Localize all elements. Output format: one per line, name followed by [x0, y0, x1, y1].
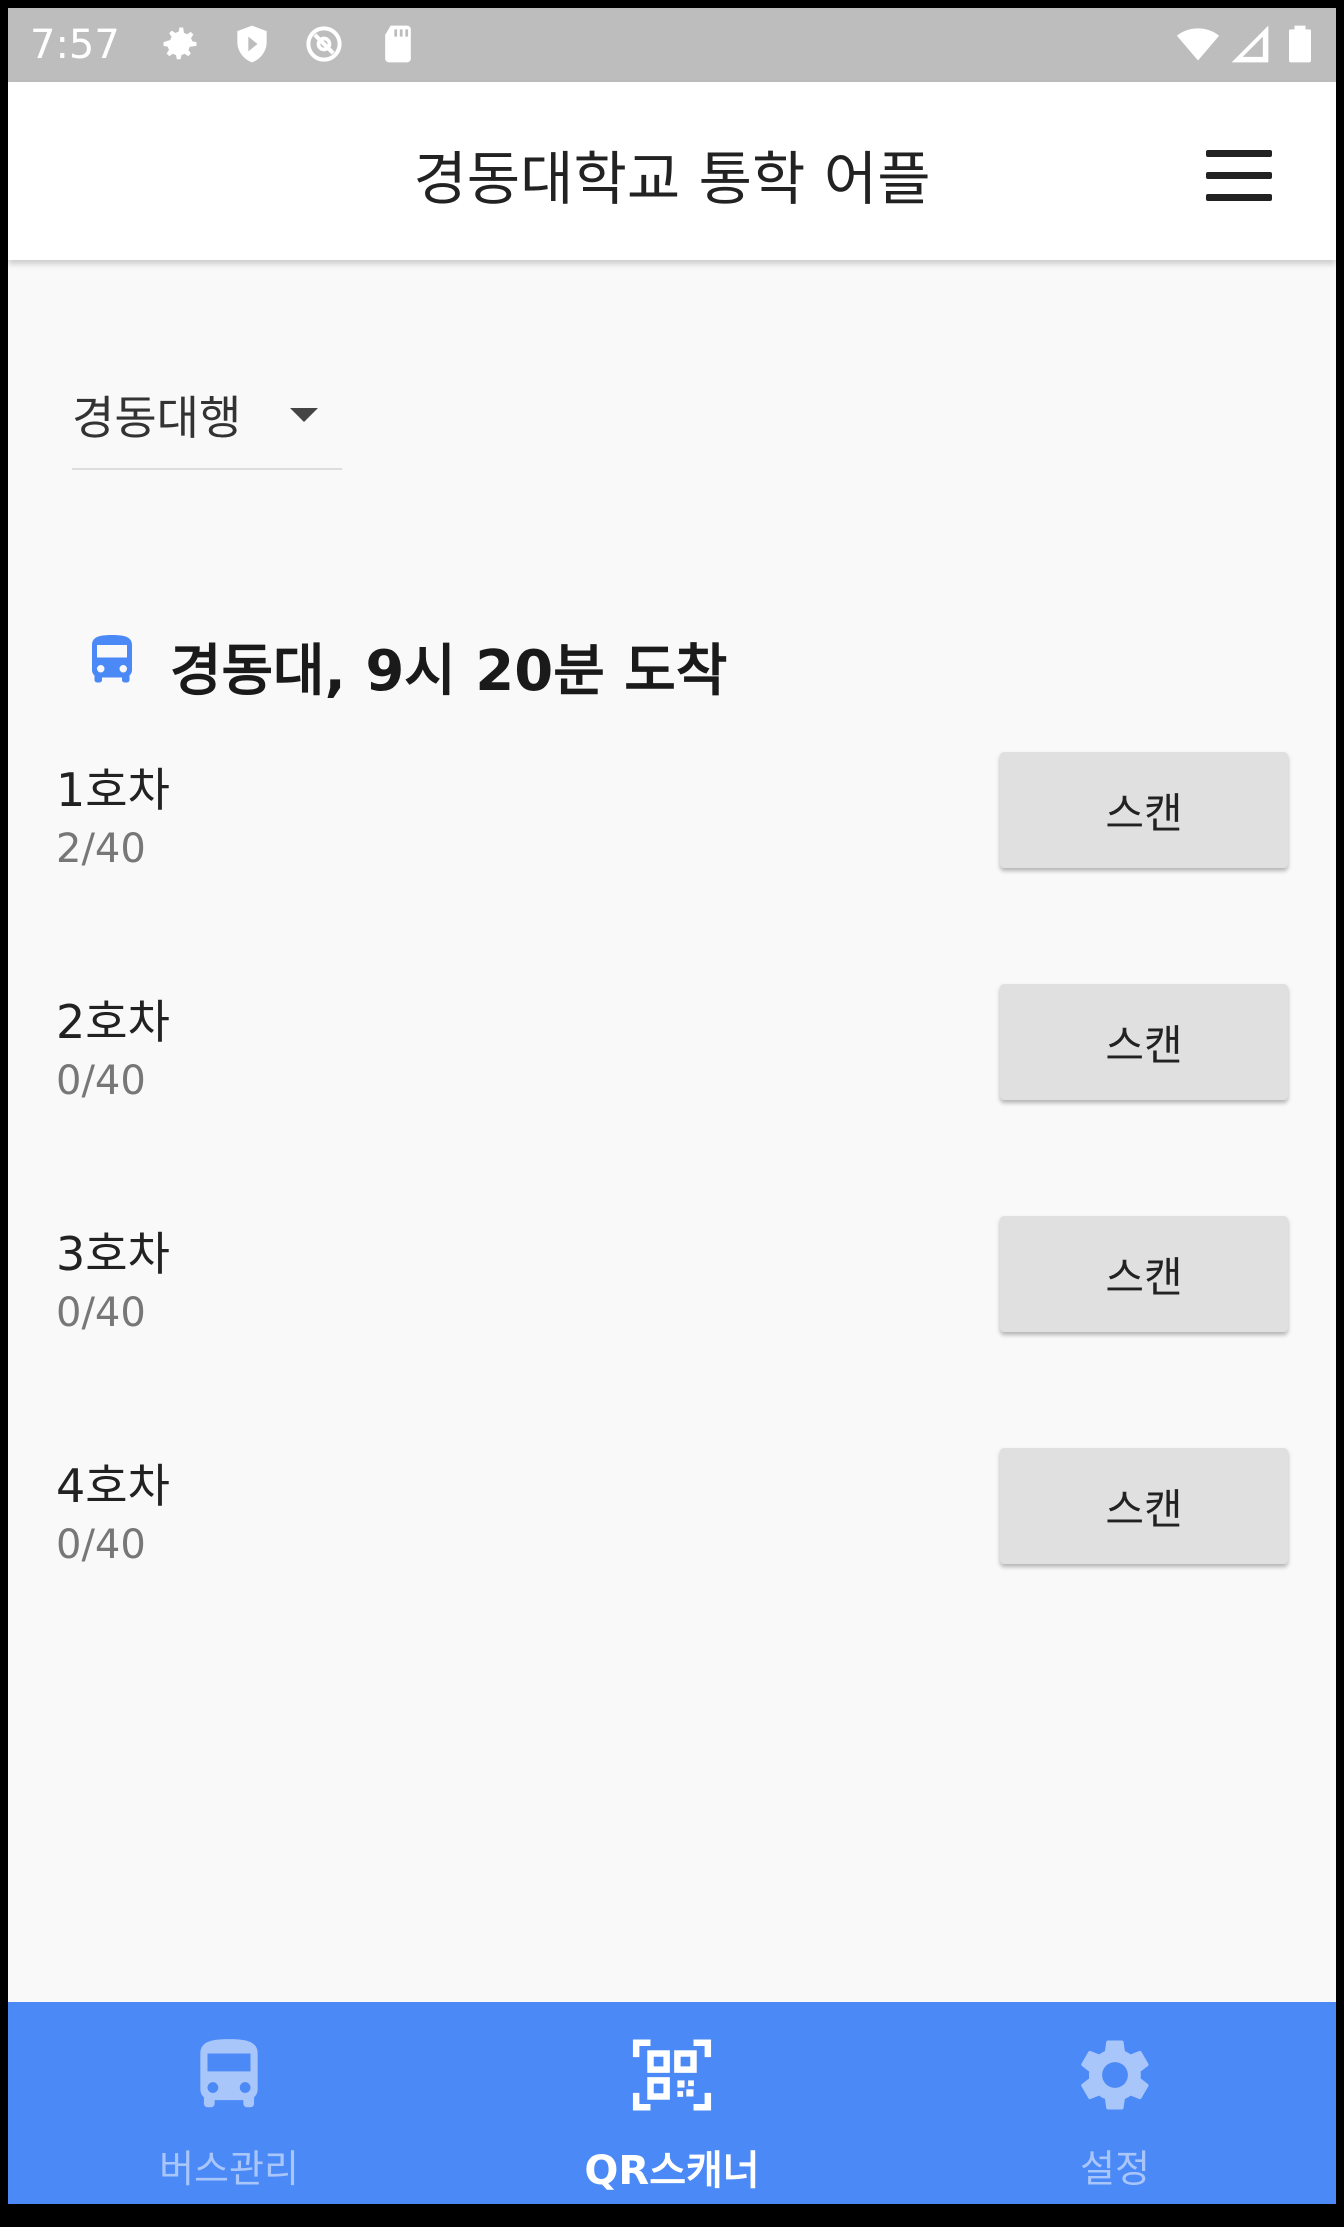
- direction-dropdown[interactable]: 경동대행: [72, 378, 342, 470]
- status-time: 7:57: [30, 22, 120, 68]
- bus-name: 1호차: [56, 763, 170, 817]
- menu-button[interactable]: [1206, 150, 1276, 206]
- sync-status-icon: [306, 26, 342, 62]
- signal-icon: [1231, 25, 1269, 63]
- menu-icon-line: [1206, 172, 1272, 179]
- bus-count: 0/40: [56, 1058, 146, 1104]
- nav-label: QR스캐너: [584, 2148, 760, 2194]
- scan-button[interactable]: 스캔: [1000, 1448, 1288, 1564]
- bus-name: 4호차: [56, 1459, 170, 1513]
- bus-row: 1호차 2/40 스캔: [56, 752, 1296, 884]
- bus-count: 0/40: [56, 1522, 146, 1568]
- bus-row: 4호차 0/40 스캔: [56, 1448, 1296, 1580]
- sd-card-status-icon: [385, 25, 411, 63]
- bus-icon: [92, 635, 132, 683]
- gear-icon: [1081, 2040, 1149, 2110]
- bottom-navigation: 버스관리 QR스캐너 설정: [8, 2002, 1336, 2204]
- schedule-heading: 경동대, 9시 20분 도착: [170, 639, 728, 704]
- wifi-icon: [1176, 28, 1220, 61]
- nav-label: 버스관리: [159, 2147, 299, 2191]
- nav-settings[interactable]: 설정: [894, 2002, 1336, 2204]
- menu-icon-line: [1206, 150, 1272, 157]
- status-bar: 7:57: [8, 8, 1336, 82]
- app-bar: 경동대학교 통학 어플: [8, 82, 1336, 260]
- nav-qr-scanner[interactable]: QR스캐너: [451, 2002, 893, 2204]
- caret-down-icon: [290, 408, 318, 422]
- page-title: 경동대학교 통학 어플: [413, 145, 931, 213]
- direction-dropdown-value: 경동대행: [72, 391, 242, 445]
- bus-count: 2/40: [56, 826, 146, 872]
- bus-row: 2호차 0/40 스캔: [56, 984, 1296, 1116]
- scan-button[interactable]: 스캔: [1000, 752, 1288, 868]
- nav-label: 설정: [1080, 2147, 1150, 2191]
- bus-count: 0/40: [56, 1290, 146, 1336]
- bus-name: 3호차: [56, 1227, 170, 1281]
- bus-icon: [200, 2039, 258, 2108]
- qr-scanner-icon: [632, 2039, 712, 2111]
- bus-name: 2호차: [56, 995, 170, 1049]
- menu-icon-line: [1206, 194, 1272, 201]
- app-screen: 7:57 경동대학교 통학 어플 경동대행 경동대, 9시 20분 도착 1호차…: [8, 8, 1336, 2204]
- settings-status-icon: [163, 27, 197, 60]
- shield-status-icon: [237, 25, 267, 63]
- nav-bus-management[interactable]: 버스관리: [8, 2002, 450, 2204]
- battery-icon: [1289, 25, 1311, 63]
- scan-button[interactable]: 스캔: [1000, 1216, 1288, 1332]
- bus-row: 3호차 0/40 스캔: [56, 1216, 1296, 1348]
- scan-button[interactable]: 스캔: [1000, 984, 1288, 1100]
